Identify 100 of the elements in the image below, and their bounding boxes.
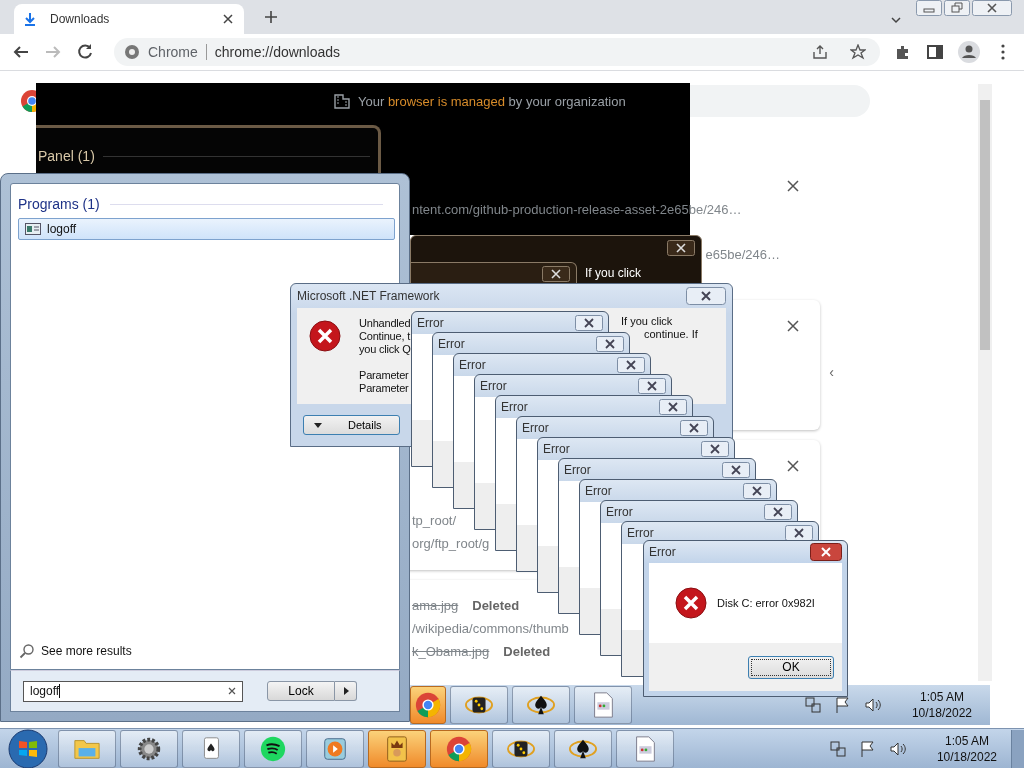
taskbar-button[interactable] <box>554 729 612 768</box>
message-text: Unhandled <box>359 317 411 330</box>
window-title: Error <box>480 379 507 393</box>
download-status: Deleted <box>503 644 551 659</box>
taskbar-button[interactable] <box>492 729 550 768</box>
address-bar[interactable]: Chrome chrome://downloads <box>114 38 880 66</box>
close-icon[interactable] <box>680 420 708 436</box>
window-title: Error <box>459 358 486 372</box>
window-title: Error <box>585 484 612 498</box>
window-title: Error <box>417 316 444 330</box>
close-icon[interactable] <box>787 460 799 472</box>
close-icon[interactable] <box>575 315 603 331</box>
search-icon <box>19 643 35 659</box>
see-more-results-link[interactable]: See more results <box>19 643 132 659</box>
managed-link[interactable]: browser is managed <box>387 93 505 109</box>
close-icon[interactable] <box>686 287 726 305</box>
close-icon[interactable] <box>787 320 799 332</box>
file-name[interactable]: ama.jpg <box>412 598 459 613</box>
flag-icon[interactable] <box>833 696 852 714</box>
download-status: Deleted <box>472 598 520 613</box>
download-url[interactable]: tp_root/ <box>412 513 457 528</box>
profile-icon[interactable] <box>958 41 980 63</box>
error-message: Disk C: error 0x982I <box>717 597 815 609</box>
file-name[interactable]: k_Obama.jpg <box>412 644 490 659</box>
window-title: Error <box>543 442 570 456</box>
star-icon[interactable] <box>850 44 866 60</box>
panel-title: Panel (1) <box>38 148 95 164</box>
message-text: If you click <box>621 315 674 328</box>
site-label: Chrome <box>148 44 198 60</box>
start-orb-icon[interactable] <box>8 728 48 768</box>
close-icon[interactable] <box>701 441 729 457</box>
search-result[interactable]: logoff <box>18 218 395 240</box>
reload-icon[interactable] <box>76 43 94 61</box>
taskbar-button[interactable] <box>120 729 178 768</box>
window-title: Error <box>438 337 465 351</box>
window-title: Error <box>606 505 633 519</box>
close-icon[interactable] <box>743 483 771 499</box>
network-icon[interactable] <box>828 739 847 758</box>
close-icon[interactable] <box>810 543 842 561</box>
card-mark: ‹ <box>829 364 834 380</box>
message-text: Continue, t <box>359 330 410 343</box>
close-icon[interactable] <box>659 399 687 415</box>
share-icon[interactable] <box>812 44 828 60</box>
side-panel-icon[interactable] <box>926 43 944 61</box>
close-icon[interactable] <box>596 336 624 352</box>
window-title: Error <box>627 526 654 540</box>
flag-icon[interactable] <box>858 739 877 758</box>
message-text: Parameter <box>359 382 409 395</box>
close-icon[interactable] <box>764 504 792 520</box>
power-options-button[interactable] <box>335 681 357 701</box>
chrome-icon <box>445 734 473 763</box>
new-tab-icon[interactable] <box>264 10 278 24</box>
section-heading: Programs (1) <box>18 196 100 212</box>
volume-icon[interactable] <box>863 696 882 714</box>
close-icon[interactable] <box>638 378 666 394</box>
window-title: Error <box>501 400 528 414</box>
spotify-icon <box>259 734 287 763</box>
taskbar-button[interactable] <box>450 686 508 724</box>
taskbar-button[interactable] <box>244 729 302 768</box>
close-icon[interactable] <box>667 240 695 256</box>
download-url[interactable]: e65be/246… <box>705 247 780 262</box>
close-icon[interactable] <box>617 357 645 373</box>
lock-button[interactable]: Lock <box>267 681 335 701</box>
tab-title: Downloads <box>50 12 111 26</box>
error-icon <box>675 587 707 619</box>
close-icon[interactable] <box>722 462 750 478</box>
close-icon[interactable] <box>222 13 234 25</box>
taskbar-button[interactable] <box>512 686 570 724</box>
managed-notice: Your browser is managed by your organization <box>358 93 626 109</box>
details-button[interactable]: Details <box>303 415 400 435</box>
window-title: Microsoft .NET Framework <box>297 289 440 303</box>
close-icon[interactable] <box>972 0 1012 16</box>
show-desktop-button[interactable] <box>1011 729 1024 768</box>
clear-icon[interactable] <box>228 687 236 695</box>
program-icon <box>25 221 41 237</box>
window-title: Error <box>649 545 676 559</box>
restore-icon[interactable] <box>944 0 970 16</box>
download-url[interactable]: /wikipedia/commons/thumb <box>412 621 569 636</box>
close-icon[interactable] <box>542 266 570 282</box>
dialog-text: If you click <box>585 266 641 280</box>
search-field[interactable]: logoff <box>23 680 243 702</box>
caret-icon <box>314 421 322 429</box>
close-icon[interactable] <box>787 180 799 192</box>
chrome-icon <box>414 691 442 719</box>
download-url[interactable]: org/ftp_root/g <box>412 536 490 551</box>
minimize-icon[interactable] <box>916 0 942 16</box>
chevron-down-icon[interactable] <box>890 14 902 26</box>
building-icon <box>334 93 350 109</box>
message-text: continue. If <box>644 328 698 341</box>
chrome-icon <box>124 44 140 60</box>
ok-button[interactable]: OK <box>748 655 834 679</box>
network-icon[interactable] <box>803 696 822 714</box>
scrollbar[interactable] <box>978 84 992 681</box>
clock[interactable]: 1:05 AM 10/18/2022 <box>936 732 997 765</box>
browser-tab[interactable]: Downloads <box>14 4 244 34</box>
clock[interactable]: 1:05 AM 10/18/2022 <box>911 689 972 721</box>
url-text: chrome://downloads <box>214 44 341 60</box>
close-icon[interactable] <box>785 525 813 541</box>
message-text: Parameter <box>359 369 409 382</box>
window-title: Error <box>522 421 549 435</box>
